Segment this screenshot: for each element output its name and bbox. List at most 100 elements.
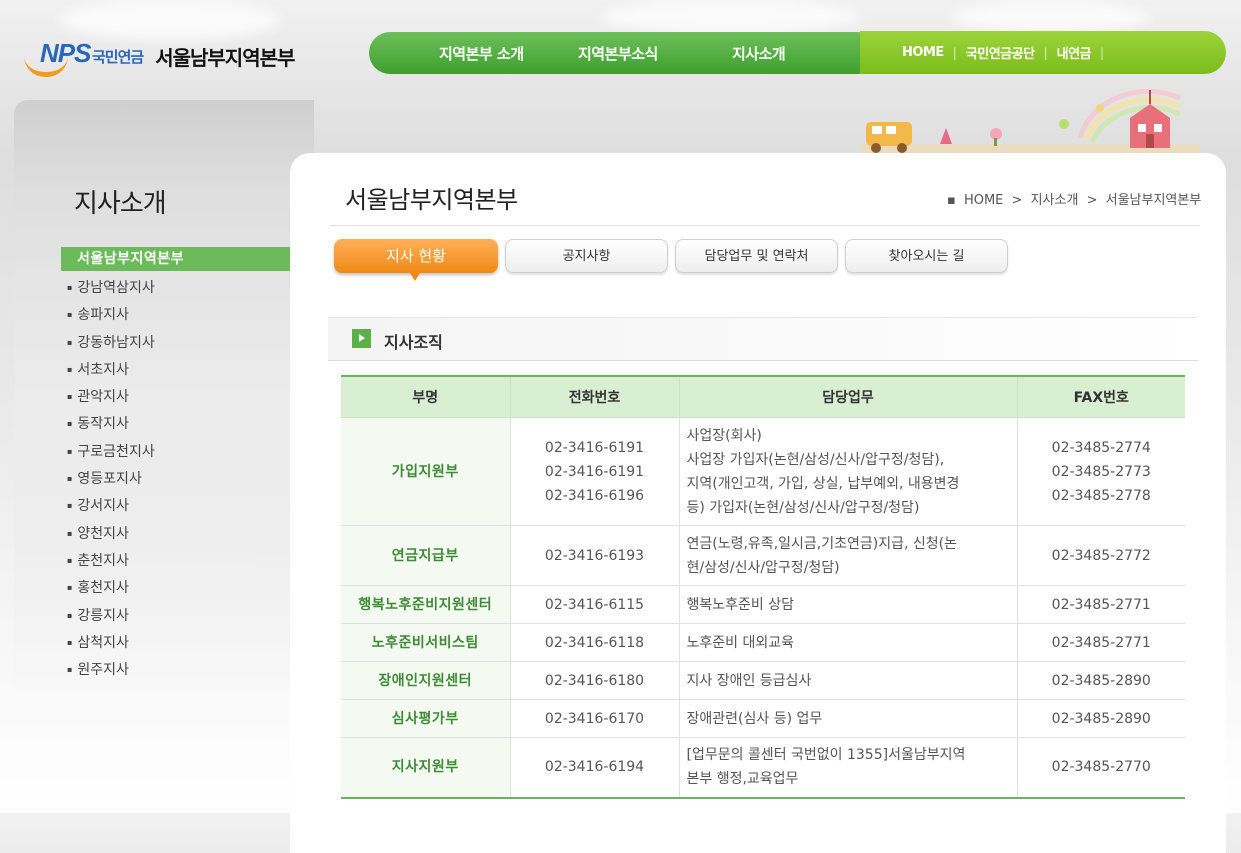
fax-number: 02-3485-2771 xyxy=(1051,634,1151,651)
page-title: 서울남부지역본부 xyxy=(345,186,518,214)
gnb-item-branch-intro[interactable]: 지사소개 xyxy=(732,43,786,64)
sidebar-item[interactable]: 동작지사 xyxy=(67,411,155,438)
duty-cell: 연금(노령,유족,일시금,기초연금)지급, 신청(논현/삼성/신사/압구정/청담… xyxy=(678,525,1017,586)
play-arrow-icon xyxy=(352,329,371,348)
fax-cell: 02-3485-2771 xyxy=(1016,623,1185,662)
sidebar-item[interactable]: 홍천지사 xyxy=(67,575,155,602)
duty-text: 행복노후준비 상담 xyxy=(686,596,795,613)
section-header xyxy=(328,318,1198,361)
util-separator: | xyxy=(952,45,957,60)
breadcrumb-separator-icon: > xyxy=(1086,193,1098,208)
global-nav: 지역본부 소개 지역본부소식 지사소개 xyxy=(369,32,879,74)
sidebar-item[interactable]: 춘천지사 xyxy=(67,548,155,575)
utility-nav: HOME | 국민연금공단 | 내연금 | xyxy=(860,31,1226,74)
duty-text: 지사 장애인 등급심사 xyxy=(686,672,812,689)
dept-cell: 가입지원부 xyxy=(341,417,510,526)
logo-region-text: 서울남부지역본부 xyxy=(155,45,295,70)
duty-text: 현/삼성/신사/압구정/청담) xyxy=(686,559,840,576)
duty-cell: 지사 장애인 등급심사 xyxy=(678,661,1017,700)
gnb-item-region-intro[interactable]: 지역본부 소개 xyxy=(439,43,524,64)
duty-text: [업무문의 콜센터 국번없이 1355]서울남부지역 xyxy=(686,747,966,764)
dept-cell: 연금지급부 xyxy=(341,525,510,586)
phone-number: 02-3416-6191 xyxy=(544,463,645,480)
logo-org-text: 국민연금 xyxy=(92,47,144,66)
site-logo[interactable]: NPS 국민연금 서울남부지역본부 xyxy=(24,38,295,77)
breadcrumb-separator-icon: > xyxy=(1011,193,1023,208)
gnb-item-region-news[interactable]: 지역본부소식 xyxy=(578,43,658,64)
sidebar-item[interactable]: 삼척지사 xyxy=(67,630,155,657)
phone-number: 02-3416-6194 xyxy=(544,759,645,776)
fax-number: 02-3485-2773 xyxy=(1051,463,1151,480)
breadcrumb-item[interactable]: 지사소개 xyxy=(1031,193,1079,208)
table-row: 심사평가부 02-3416-6170 장애관련(심사 등) 업무 02-3485-28… xyxy=(341,699,1185,738)
dept-cell: 심사평가부 xyxy=(341,699,510,738)
sidebar-title: 지사소개 xyxy=(74,189,167,219)
fax-number: 02-3485-2890 xyxy=(1051,710,1151,727)
breadcrumb: ▪ HOME > 지사소개 > 서울남부지역본부 xyxy=(945,189,1203,208)
sidebar-item-active[interactable]: 서울남부지역본부 xyxy=(61,247,311,271)
fax-cell: 02-3485-2771 xyxy=(1016,585,1185,624)
sidebar-item[interactable]: 송파지사 xyxy=(67,302,155,329)
duty-text: 장애관련(심사 등) 업무 xyxy=(686,710,823,727)
col-header-dept: 부명 xyxy=(341,376,510,418)
duty-cell: [업무문의 콜센터 국번없이 1355]서울남부지역 본부 행정,교육업무 xyxy=(678,737,1017,798)
fax-cell: 02-3485-2770 xyxy=(1016,737,1185,798)
dept-cell: 행복노후준비지원센터 xyxy=(341,585,510,624)
duty-cell: 행복노후준비 상담 xyxy=(678,585,1017,624)
util-mypension-link[interactable]: 내연금 xyxy=(1057,43,1092,62)
fax-number: 02-3485-2778 xyxy=(1051,487,1151,504)
col-header-duty: 담당업무 xyxy=(678,376,1017,418)
duty-cell: 노후준비 대외교육 xyxy=(678,623,1017,662)
util-home-link[interactable]: HOME xyxy=(902,45,944,60)
dept-cell: 장애인지원센터 xyxy=(341,661,510,700)
phone-number: 02-3416-6193 xyxy=(544,547,645,564)
breadcrumb-current: 서울남부지역본부 xyxy=(1105,193,1202,208)
sidebar-list: 강남역삼지사 송파지사 강동하남지사 서초지사 관악지사 동작지사 구로금천지사… xyxy=(67,275,155,684)
table-row: 장애인지원센터 02-3416-6180 지사 장애인 등급심사 02-3485-28… xyxy=(341,661,1185,700)
village-illustration xyxy=(860,88,1200,154)
fax-number: 02-3485-2772 xyxy=(1051,547,1151,564)
sidebar-item[interactable]: 강남역삼지사 xyxy=(67,275,154,302)
duty-text: 지역(개인고객, 가입, 상실, 납부예외, 내용변경 xyxy=(686,475,960,492)
tab-notices[interactable]: 공지사항 xyxy=(505,239,668,273)
table-row: 행복노후준비지원센터 02-3416-6115 행복노후준비 상담 02-3485-2… xyxy=(341,585,1185,624)
duty-text: 연금(노령,유족,일시금,기초연금)지급, 신청(논 xyxy=(686,535,957,552)
phone-cell: 02-3416-6170 xyxy=(509,699,679,738)
table-header-row: 부명 전화번호 담당업무 FAX번호 xyxy=(341,376,1185,418)
background-cloud xyxy=(950,2,1150,32)
sidebar-item[interactable]: 구로금천지사 xyxy=(67,439,154,466)
col-header-phone: 전화번호 xyxy=(509,376,679,418)
duty-text: 노후준비 대외교육 xyxy=(686,634,795,651)
org-table: 부명 전화번호 담당업무 FAX번호 가입지원부 02-3416-6191 02-3… xyxy=(341,375,1185,799)
phone-cell: 02-3416-6194 xyxy=(509,737,679,798)
phone-cell: 02-3416-6193 xyxy=(509,525,679,586)
sidebar-item[interactable]: 강동하남지사 xyxy=(67,330,154,357)
sidebar-item[interactable]: 원주지사 xyxy=(67,657,155,684)
duty-text: 사업장 가입자(논현/삼성/신사/압구정/청담), xyxy=(686,451,945,468)
sidebar-item[interactable]: 서초지사 xyxy=(67,357,155,384)
tab-branch-status[interactable]: 지사 현황 xyxy=(334,239,498,281)
table-row: 가입지원부 02-3416-6191 02-3416-6191 02-3416-619… xyxy=(341,417,1185,526)
breadcrumb-home[interactable]: HOME xyxy=(964,193,1003,208)
background-cloud xyxy=(600,0,860,34)
phone-number: 02-3416-6191 xyxy=(544,439,645,456)
duty-text: 등) 가입자(논현/삼성/신사/압구정/청담) xyxy=(686,499,920,516)
util-nps-link[interactable]: 국민연금공단 xyxy=(966,43,1035,62)
duty-cell: 장애관련(심사 등) 업무 xyxy=(678,699,1017,738)
sidebar-item[interactable]: 양천지사 xyxy=(67,521,155,548)
sidebar-item[interactable]: 강릉지사 xyxy=(67,603,155,630)
dept-cell: 노후준비서비스팀 xyxy=(341,623,510,662)
fax-cell: 02-3485-2890 xyxy=(1016,699,1185,738)
fax-cell: 02-3485-2772 xyxy=(1016,525,1185,586)
sidebar-item[interactable]: 강서지사 xyxy=(67,493,155,520)
tab-duties-contacts[interactable]: 담당업무 및 연락처 xyxy=(675,239,838,273)
breadcrumb-bullet: ▪ xyxy=(947,193,956,208)
sidebar-item[interactable]: 관악지사 xyxy=(67,384,155,411)
title-divider xyxy=(330,225,1200,226)
tab-directions[interactable]: 찾아오시는 길 xyxy=(845,239,1008,273)
phone-cell: 02-3416-6118 xyxy=(509,623,679,662)
phone-number: 02-3416-6170 xyxy=(544,710,645,727)
table-body: 가입지원부 02-3416-6191 02-3416-6191 02-3416-619… xyxy=(341,417,1185,798)
sidebar-item[interactable]: 영등포지사 xyxy=(67,466,155,493)
fax-cell: 02-3485-2890 xyxy=(1016,661,1185,700)
